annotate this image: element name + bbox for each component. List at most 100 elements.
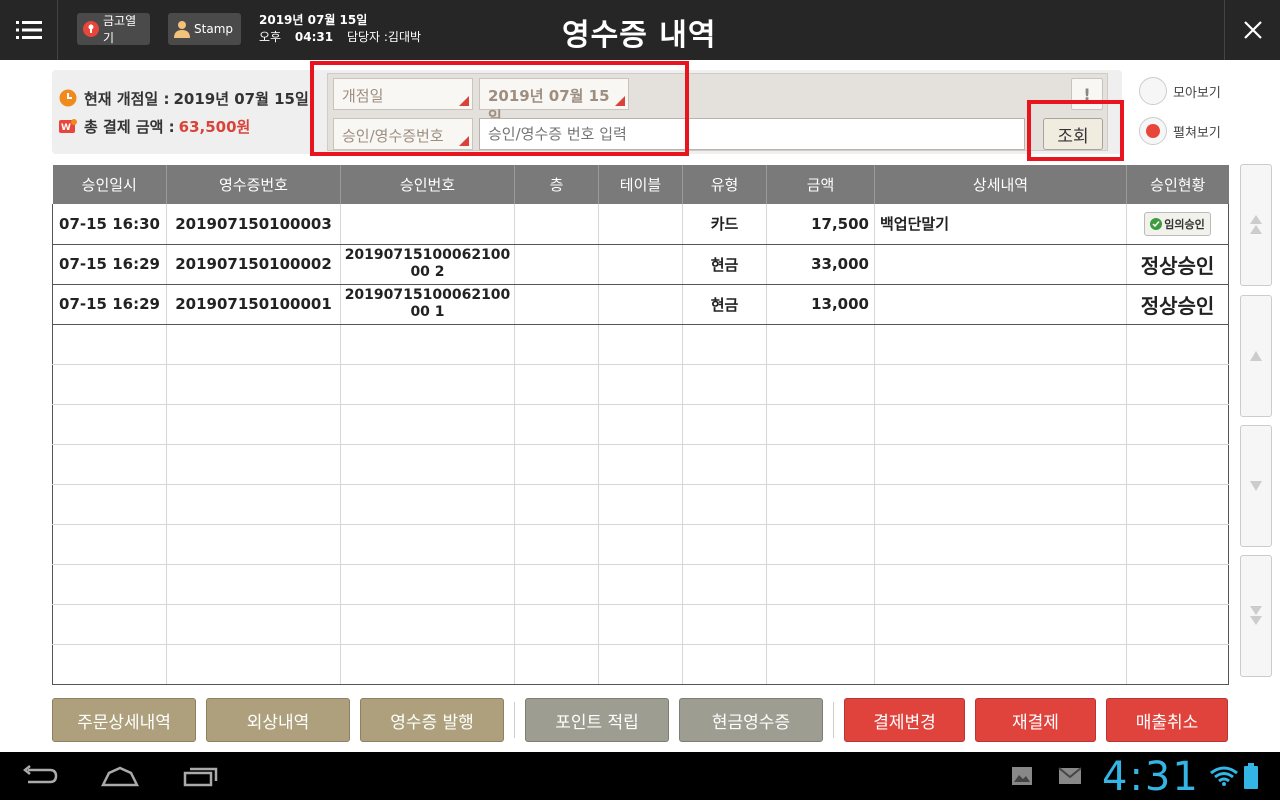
stamp-label: Stamp bbox=[194, 22, 233, 36]
open-date-value: 2019년 07월 15일 bbox=[173, 89, 309, 108]
empty-row bbox=[52, 324, 1229, 365]
issue-receipt-button[interactable]: 영수증 발행 bbox=[360, 698, 504, 742]
column-header[interactable]: 유형 bbox=[682, 165, 767, 204]
column-header[interactable]: 승인번호 bbox=[340, 165, 515, 204]
scroll-bottom-button[interactable] bbox=[1240, 555, 1272, 677]
empty-row bbox=[52, 444, 1229, 485]
staff-name: 담당자 :김대박 bbox=[346, 30, 422, 44]
person-icon bbox=[173, 19, 191, 39]
column-header[interactable]: 승인일시 bbox=[52, 165, 167, 204]
cell-detail bbox=[874, 284, 1127, 325]
recent-apps-icon[interactable] bbox=[180, 762, 220, 790]
battery-icon bbox=[1236, 762, 1266, 790]
up-arrow-icon bbox=[1250, 351, 1262, 361]
column-header[interactable]: 테이블 bbox=[598, 165, 683, 204]
empty-row bbox=[52, 644, 1229, 685]
highlight-box-search bbox=[1027, 100, 1124, 161]
radio-selected-icon bbox=[1139, 117, 1167, 145]
close-icon bbox=[1243, 21, 1262, 39]
scroll-down-button[interactable] bbox=[1240, 425, 1272, 547]
table-row[interactable]: 07-15 16:29 201907150100001 201907151000… bbox=[52, 284, 1229, 325]
divider bbox=[514, 702, 515, 738]
collapsed-view-label: 모아보기 bbox=[1173, 85, 1221, 101]
empty-row bbox=[52, 604, 1229, 645]
column-header[interactable]: 층 bbox=[514, 165, 599, 204]
current-time: 04:31 bbox=[294, 30, 334, 44]
down-arrow-icon bbox=[1250, 481, 1262, 491]
badge-label: 임의승인 bbox=[1164, 217, 1205, 231]
cell-approval-no: 2019071510006210000 2 bbox=[340, 244, 515, 285]
cell-approval-no: 2019071510006210000 1 bbox=[340, 284, 515, 325]
total-label: 총 결제 금액 : bbox=[84, 117, 175, 136]
gallery-icon bbox=[1002, 762, 1042, 790]
order-detail-button[interactable]: 주문상세내역 bbox=[52, 698, 196, 742]
home-icon[interactable] bbox=[100, 762, 140, 790]
table-row[interactable]: 07-15 16:29 201907150100002 201907151000… bbox=[52, 244, 1229, 285]
double-down-arrow-icon bbox=[1250, 606, 1262, 625]
page-title: 영수증 내역 bbox=[562, 18, 717, 53]
empty-row bbox=[52, 364, 1229, 405]
double-up-arrow-icon bbox=[1250, 215, 1262, 234]
cell-status: 정상승인 bbox=[1126, 284, 1229, 325]
cell-table bbox=[598, 244, 683, 285]
cell-status: 정상승인 bbox=[1126, 244, 1229, 285]
column-header[interactable]: 영수증번호 bbox=[166, 165, 341, 204]
expanded-view-radio[interactable]: 펼쳐보기 bbox=[1139, 117, 1221, 145]
time-prefix: 오후 bbox=[259, 30, 282, 44]
clock-icon bbox=[58, 88, 78, 108]
cell-table bbox=[598, 204, 683, 245]
change-payment-button[interactable]: 결제변경 bbox=[844, 698, 965, 742]
column-header[interactable]: 승인현황 bbox=[1126, 165, 1229, 204]
cash-receipt-button[interactable]: 현금영수증 bbox=[679, 698, 823, 742]
credit-list-button[interactable]: 외상내역 bbox=[206, 698, 350, 742]
receipt-table: 승인일시 영수증번호 승인번호 층 테이블 유형 금액 상세내역 승인현황 07… bbox=[52, 165, 1229, 685]
open-safe-label: 금고열기 bbox=[103, 14, 137, 45]
cell-type: 카드 bbox=[682, 204, 767, 245]
approval-badge[interactable]: 임의승인 bbox=[1144, 211, 1211, 236]
total-value: 63,500원 bbox=[178, 117, 251, 136]
session-info: 2019년 07월 15일 오후 04:31 담당자 :김대박 bbox=[259, 12, 431, 46]
cell-receipt-no: 201907150100002 bbox=[166, 244, 341, 285]
open-date-label: 현재 개점일 : bbox=[84, 89, 170, 108]
cancel-sale-button[interactable]: 매출취소 bbox=[1106, 698, 1228, 742]
cell-table bbox=[598, 284, 683, 325]
cell-floor bbox=[514, 244, 599, 285]
radio-unselected-icon bbox=[1139, 77, 1167, 105]
point-earn-button[interactable]: 포인트 적립 bbox=[525, 698, 669, 742]
cell-approval-no bbox=[340, 204, 515, 245]
status-clock: 4:31 bbox=[1102, 754, 1200, 800]
column-header[interactable]: 상세내역 bbox=[874, 165, 1127, 204]
top-bar: 금고열기 Stamp 2019년 07월 15일 오후 04:31 담당자 :김… bbox=[0, 0, 1280, 60]
cell-datetime: 07-15 16:29 bbox=[52, 244, 167, 285]
system-nav-bar: 4:31 bbox=[0, 752, 1280, 800]
scroll-up-button[interactable] bbox=[1240, 295, 1272, 417]
empty-row bbox=[52, 564, 1229, 605]
back-icon[interactable] bbox=[20, 762, 60, 790]
cell-floor bbox=[514, 284, 599, 325]
menu-button[interactable] bbox=[0, 0, 58, 60]
table-row[interactable]: 07-15 16:30 201907150100003 카드 17,500 백업… bbox=[52, 204, 1229, 245]
cell-floor bbox=[514, 204, 599, 245]
repay-button[interactable]: 재결제 bbox=[975, 698, 1096, 742]
cell-amount: 33,000 bbox=[766, 244, 875, 285]
safe-icon bbox=[82, 19, 100, 39]
scroll-top-button[interactable] bbox=[1240, 164, 1272, 286]
highlight-box-filter bbox=[310, 61, 689, 156]
payment-icon: W bbox=[58, 116, 78, 136]
cell-amount: 17,500 bbox=[766, 204, 875, 245]
cell-amount: 13,000 bbox=[766, 284, 875, 325]
summary-block: 현재 개점일 : 2019년 07월 15일 W 총 결제 금액 : 63,50… bbox=[58, 84, 309, 140]
close-button[interactable] bbox=[1224, 0, 1280, 60]
cell-datetime: 07-15 16:29 bbox=[52, 284, 167, 325]
empty-row bbox=[52, 404, 1229, 445]
open-safe-button[interactable]: 금고열기 bbox=[77, 13, 150, 45]
divider bbox=[833, 702, 834, 738]
collapsed-view-radio[interactable]: 모아보기 bbox=[1139, 77, 1221, 105]
cell-detail bbox=[874, 244, 1127, 285]
table-header-row: 승인일시 영수증번호 승인번호 층 테이블 유형 금액 상세내역 승인현황 bbox=[52, 165, 1229, 204]
cell-receipt-no: 201907150100003 bbox=[166, 204, 341, 245]
cell-detail: 백업단말기 bbox=[874, 204, 1127, 245]
column-header[interactable]: 금액 bbox=[766, 165, 875, 204]
cell-type: 현금 bbox=[682, 284, 767, 325]
stamp-button[interactable]: Stamp bbox=[168, 13, 241, 45]
